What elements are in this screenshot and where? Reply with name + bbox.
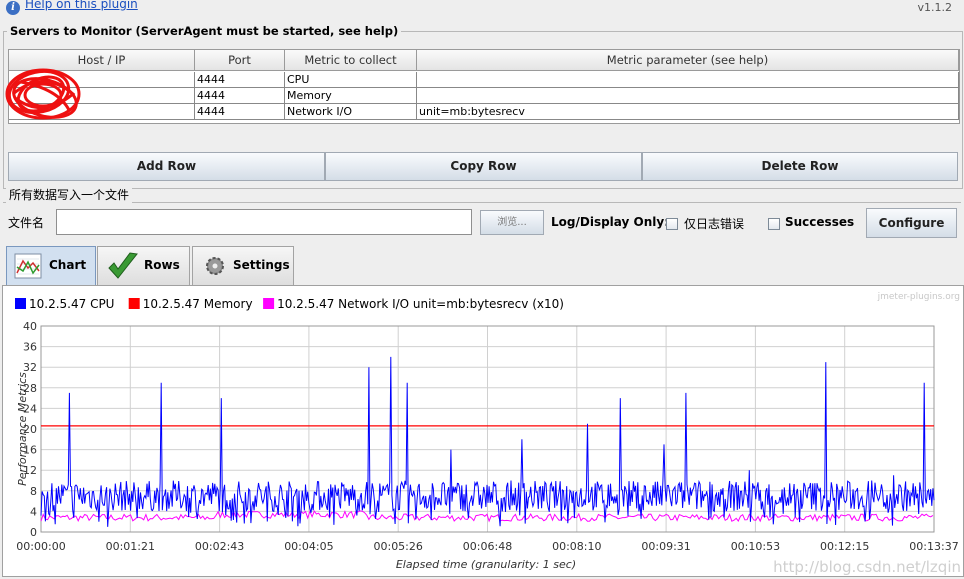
cell-param[interactable] (417, 88, 959, 104)
legend-label: 10.2.5.47 CPU (29, 297, 114, 311)
help-bar: i Help on this plugin v1.1.2 (0, 0, 964, 18)
x-tick-label: 00:00:00 (16, 540, 65, 553)
tab-rows[interactable]: Rows (97, 246, 190, 285)
errors-only-label[interactable]: 仅日志错误 (684, 215, 744, 232)
table-row[interactable]: 4444 Memory (9, 88, 959, 104)
version-label: v1.1.2 (917, 1, 953, 14)
checkmark-icon (108, 252, 138, 279)
file-group-title: 所有数据写入一个文件 (6, 186, 133, 203)
col-param[interactable]: Metric parameter (see help) (417, 50, 959, 71)
cell-port[interactable]: 4444 (195, 72, 285, 88)
successes-label[interactable]: Successes (785, 215, 854, 229)
y-tick-label: 36 (23, 341, 37, 354)
tab-chart-label: Chart (49, 258, 87, 272)
cell-param[interactable] (417, 72, 959, 88)
redaction-scribble (5, 68, 81, 120)
y-tick-label: 40 (23, 320, 37, 333)
gear-icon (206, 257, 224, 275)
table-row[interactable]: 4444 CPU (9, 72, 959, 88)
info-icon: i (6, 1, 20, 15)
servers-table[interactable]: Host / IP Port Metric to collect Metric … (5, 49, 960, 124)
servers-group-title: Servers to Monitor (ServerAgent must be … (7, 24, 402, 38)
errors-only-checkbox[interactable] (666, 218, 678, 230)
tab-rows-label: Rows (144, 258, 180, 272)
x-tick-label: 00:13:37 (909, 540, 958, 553)
y-tick-label: 4 (30, 505, 37, 518)
cell-param[interactable]: unit=mb:bytesrecv (417, 104, 959, 120)
tab-chart[interactable]: Chart (6, 246, 96, 285)
cell-metric[interactable]: Memory (285, 88, 417, 104)
x-tick-label: 00:01:21 (106, 540, 155, 553)
legend-label: 10.2.5.47 Network I/O unit=mb:bytesrecv … (277, 297, 564, 311)
performance-chart: jmeter-plugins.org 10.2.5.47 CPU 10.2.5.47… (15, 292, 961, 576)
blog-watermark: http://blog.csdn.net/lzqin (773, 558, 961, 576)
table-rows: 4444 CPU 4444 Memory 4444 Network I/O un… (9, 72, 959, 120)
x-tick-label: 00:06:48 (463, 540, 512, 553)
y-tick-label: 8 (30, 485, 37, 498)
browse-button[interactable]: 浏览... (480, 210, 544, 235)
x-tick-label: 00:12:15 (820, 540, 869, 553)
filename-label: 文件名 (8, 216, 45, 230)
legend-label: 10.2.5.47 Memory (143, 297, 253, 311)
configure-button[interactable]: Configure (866, 208, 957, 238)
table-row[interactable]: 4444 Network I/O unit=mb:bytesrecv (9, 104, 959, 120)
log-display-label: Log/Display Only: (551, 215, 669, 229)
cell-metric[interactable]: CPU (285, 72, 417, 88)
chart-icon (14, 253, 42, 279)
tab-settings-label: Settings (233, 258, 290, 272)
tab-settings[interactable]: Settings (192, 246, 294, 285)
cell-port[interactable]: 4444 (195, 104, 285, 120)
copy-row-button[interactable]: Copy Row (325, 152, 642, 181)
help-link[interactable]: Help on this plugin (25, 0, 138, 11)
x-tick-label: 00:09:31 (641, 540, 690, 553)
chart-panel: jmeter-plugins.org 10.2.5.47 CPU 10.2.5.47… (2, 285, 964, 577)
chart-watermark: jmeter-plugins.org (877, 292, 960, 302)
x-tick-label: 00:08:10 (552, 540, 601, 553)
col-port[interactable]: Port (195, 50, 285, 71)
x-tick-label: 00:10:53 (731, 540, 780, 553)
legend-swatch (263, 298, 275, 309)
col-metric[interactable]: Metric to collect (285, 50, 417, 71)
x-axis-title: Elapsed time (granularity: 1 sec) (396, 558, 576, 571)
filename-input[interactable] (56, 209, 472, 235)
cell-port[interactable]: 4444 (195, 88, 285, 104)
y-tick-label: 0 (30, 526, 37, 539)
legend-swatch (128, 298, 140, 309)
successes-checkbox[interactable] (768, 218, 780, 230)
x-tick-label: 00:04:05 (284, 540, 333, 553)
delete-row-button[interactable]: Delete Row (642, 152, 958, 181)
cell-metric[interactable]: Network I/O (285, 104, 417, 120)
x-tick-label: 00:02:43 (195, 540, 244, 553)
legend-swatch (15, 298, 26, 309)
y-axis-title: Performance Metrics (16, 372, 29, 486)
add-row-button[interactable]: Add Row (8, 152, 325, 181)
x-tick-label: 00:05:26 (373, 540, 422, 553)
